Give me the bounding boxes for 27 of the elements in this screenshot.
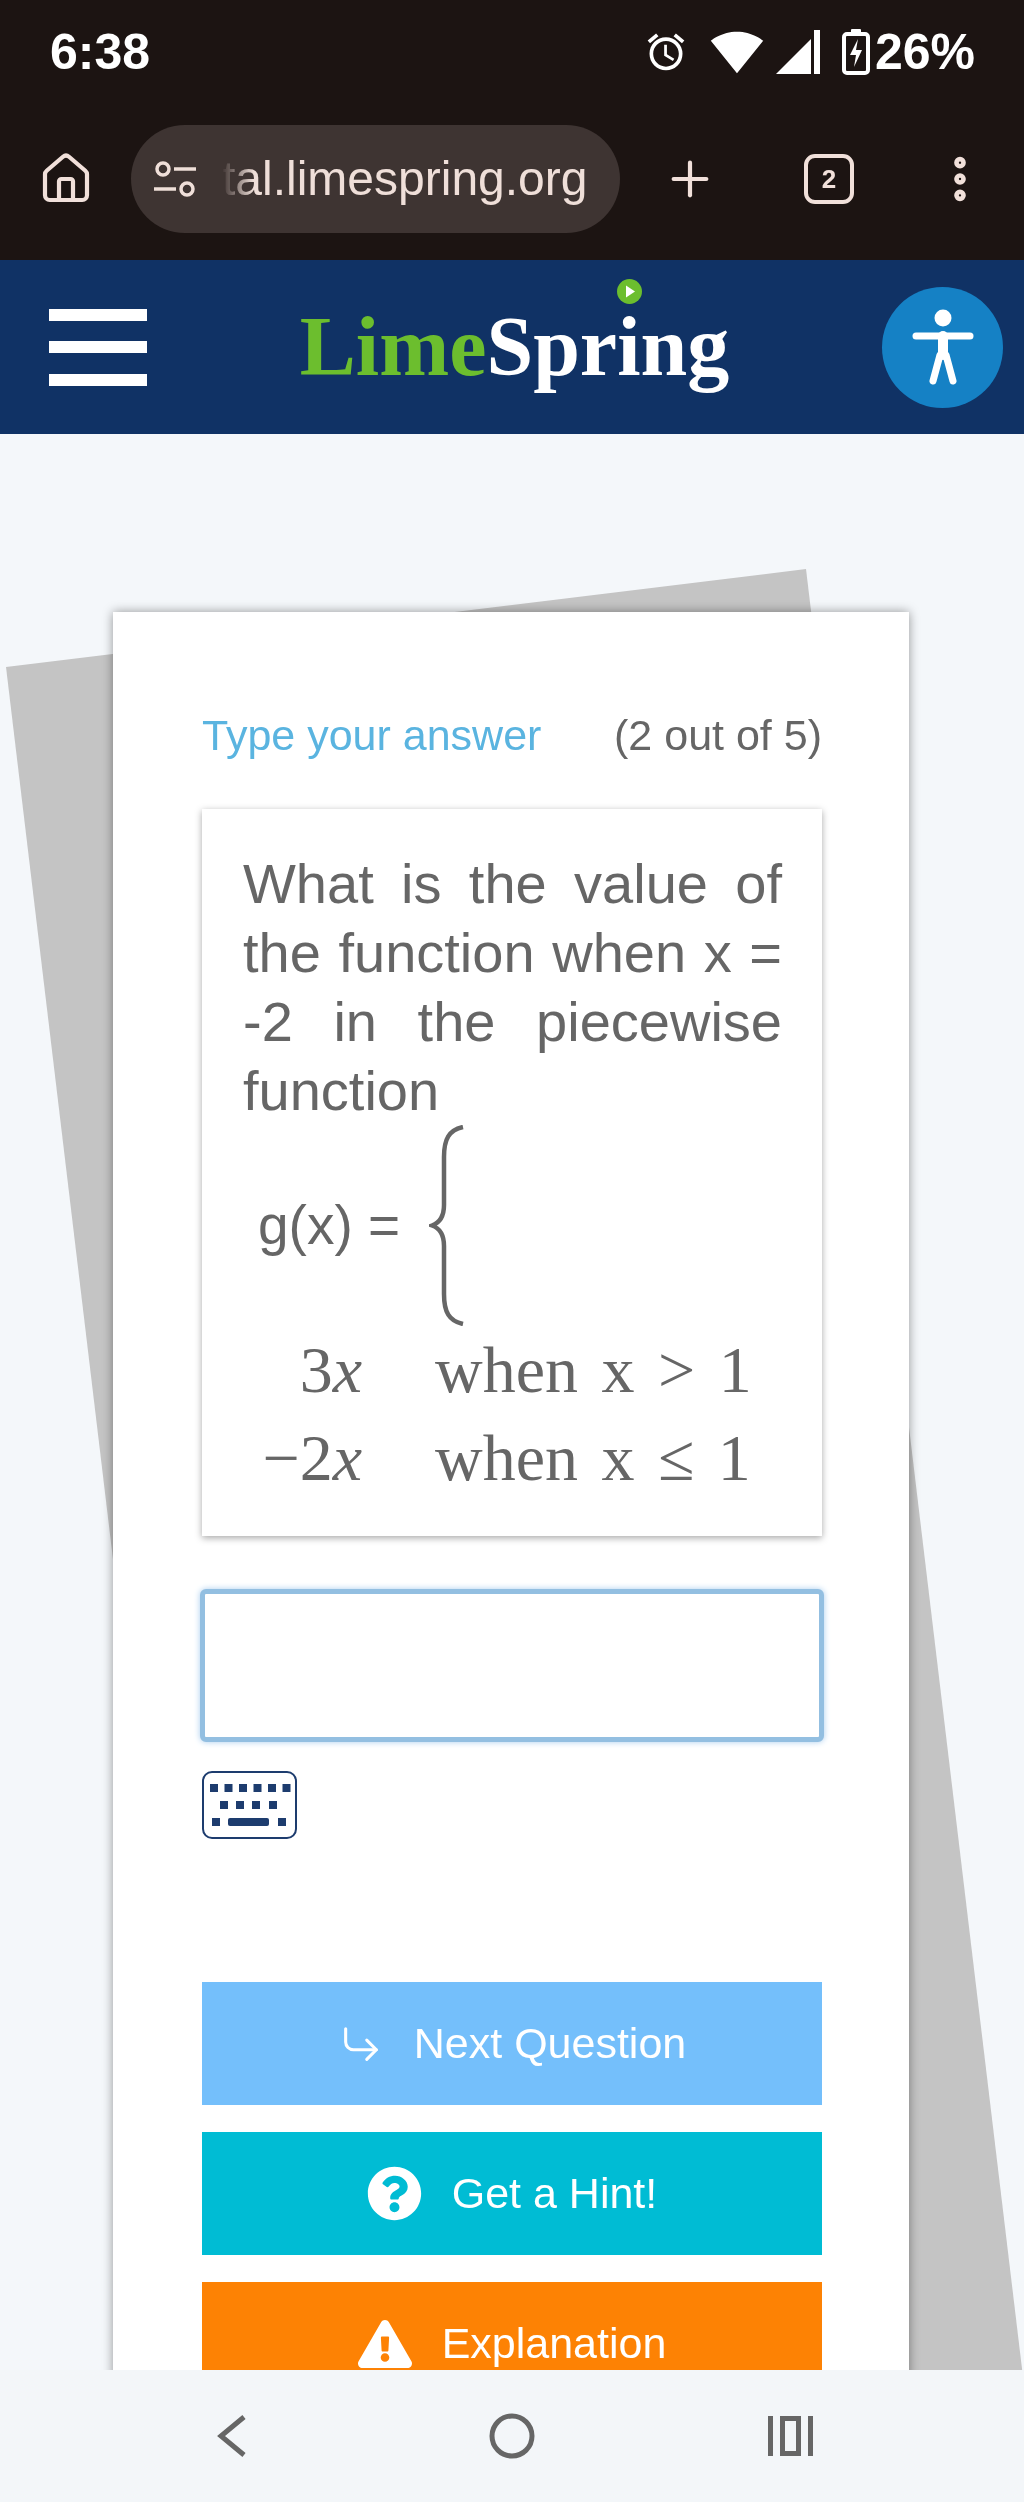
clock-time: 6:38 [50, 27, 151, 77]
curly-brace-icon [429, 1125, 466, 1326]
sliders-icon[interactable] [154, 159, 196, 199]
question-counter: (2 out of 5) [614, 710, 822, 760]
tab-count-button[interactable]: 2 [804, 154, 854, 204]
accessibility-icon [911, 309, 974, 385]
case-condition: when x ≤ 1 [435, 1420, 751, 1496]
answer-type-label: Type your answer [202, 710, 542, 760]
battery-percent: 26% [874, 27, 975, 77]
address-bar[interactable]: tal.limespring.org [131, 125, 620, 233]
question-text: What is the value of the function when x = -2 in the piecewise function [243, 851, 782, 1124]
menu-icon[interactable] [49, 308, 147, 386]
play-dot-icon [616, 279, 642, 304]
logo-wordmark[interactable]: LimeSpring [299, 300, 730, 393]
battery-charging-icon [841, 29, 870, 75]
cell-signal-icon [775, 30, 820, 74]
case-condition: when x > 1 [435, 1332, 752, 1408]
question-icon [366, 2166, 422, 2221]
keyboard-icon [207, 1782, 292, 1828]
recent-apps-icon[interactable] [768, 2415, 814, 2457]
function-name: g(x) = [258, 1193, 401, 1259]
home-circle-icon[interactable] [489, 2413, 535, 2459]
case-expression: 3x [299, 1332, 362, 1408]
case-expression: −2x [262, 1420, 362, 1496]
keyboard-button[interactable] [202, 1771, 297, 1839]
answer-input[interactable] [200, 1589, 824, 1742]
back-icon[interactable] [216, 2414, 248, 2458]
